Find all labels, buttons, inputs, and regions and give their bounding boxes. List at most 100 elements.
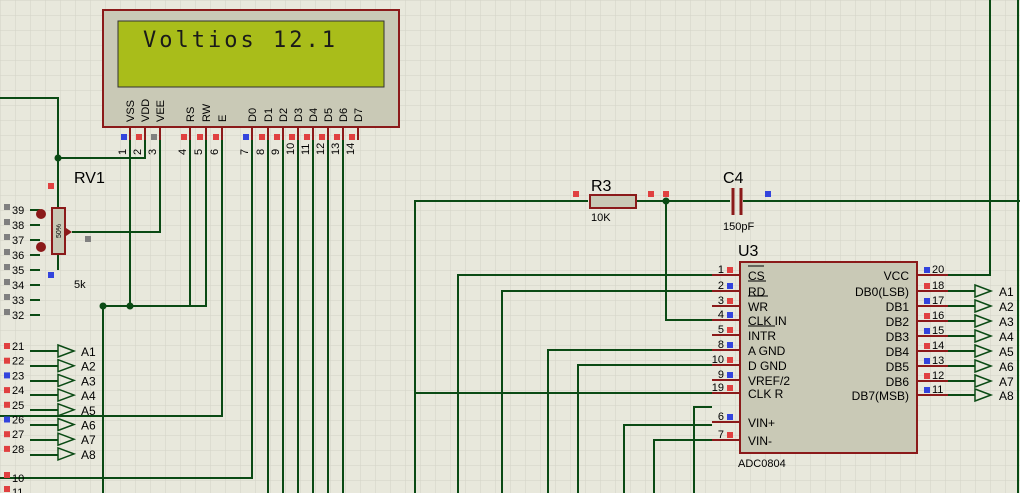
lcd-pin-name: D6 <box>338 108 350 122</box>
lcd-pin-number: 13 <box>330 143 342 155</box>
r3-value: 10K <box>591 212 611 224</box>
pin-marker <box>924 267 930 273</box>
pin-marker <box>924 328 930 334</box>
lcd-pin-name: D0 <box>247 108 259 122</box>
pin-marker <box>4 401 10 408</box>
net-label: A3 <box>81 374 96 388</box>
pin-marker <box>4 372 10 379</box>
net-label: A2 <box>81 360 96 374</box>
pin-marker <box>924 313 930 319</box>
rv1-inc-button[interactable] <box>36 242 46 252</box>
pin-marker <box>197 134 203 140</box>
lcd-pin-name: VSS <box>125 100 137 122</box>
pin-marker <box>727 414 733 420</box>
lcd-pin-number: 4 <box>177 149 189 155</box>
pin-marker <box>727 283 733 289</box>
schematic-canvas: Voltios 12.1 VSS 1 VDD 2 VEE 3 RS 4 RW 5 E 6 D0 7 D1 8 D… <box>0 0 1020 493</box>
lcd-pin-number: 1 <box>117 149 129 155</box>
mcu-pin-number: 38 <box>12 220 24 232</box>
pin-marker <box>319 134 325 140</box>
adc-pin-name: RD <box>748 285 766 299</box>
pin-marker <box>48 272 54 278</box>
pin-marker <box>85 236 91 242</box>
mcu-pin-number: 39 <box>12 205 24 217</box>
pin-marker <box>727 267 733 273</box>
net-label: A7 <box>999 375 1014 389</box>
adc-part: ADC0804 <box>738 458 786 470</box>
pin-marker <box>573 191 579 197</box>
net-label: A4 <box>999 330 1014 344</box>
adc-pin-number: 10 <box>712 354 724 366</box>
lcd-pin-number: 10 <box>285 143 297 155</box>
rv1-wiper-pct: 50% <box>56 224 63 238</box>
adc-pin-number: 8 <box>718 339 724 351</box>
net-label: A8 <box>999 389 1014 403</box>
adc-pin-number: 1 <box>718 264 724 276</box>
pin-marker <box>4 309 10 315</box>
pin-marker <box>334 134 340 140</box>
adc-pin-name: DB2 <box>886 315 910 329</box>
pin-marker <box>289 134 295 140</box>
lcd-pin-number: 12 <box>315 143 327 155</box>
mcu-pin-number: 37 <box>12 235 24 247</box>
c4-value: 150pF <box>723 221 754 233</box>
pin-marker <box>924 358 930 364</box>
net-label: A6 <box>999 360 1014 374</box>
adc-pin-number: 2 <box>718 280 724 292</box>
mcu-pin-number: 22 <box>12 356 24 368</box>
pin-marker <box>4 486 10 492</box>
adc-pin-name: CLK R <box>748 387 784 401</box>
pin-marker <box>727 298 733 304</box>
lcd-pin-number: 11 <box>300 144 312 155</box>
net-label: A6 <box>81 419 96 433</box>
adc-ref: U3 <box>738 243 759 260</box>
pin-marker <box>213 134 219 140</box>
r3-ref: R3 <box>591 178 612 195</box>
pin-marker <box>259 134 265 140</box>
pin-marker <box>727 342 733 348</box>
adc-pin-number: 20 <box>932 264 944 276</box>
mcu-pin-number: 26 <box>12 415 24 427</box>
c4-ref: C4 <box>723 170 744 187</box>
pin-marker <box>4 249 10 255</box>
lcd-pin-number: 7 <box>239 149 251 155</box>
lcd-pin-number: 5 <box>193 149 205 155</box>
lcd-pin-name: D5 <box>323 108 335 122</box>
pin-marker <box>663 191 669 197</box>
pin-marker <box>4 279 10 285</box>
mcu-pin-number: 25 <box>12 400 24 412</box>
adc-pin-name: D GND <box>748 359 787 373</box>
pin-marker <box>648 191 654 197</box>
pin-marker <box>48 183 54 189</box>
pin-marker <box>4 357 10 364</box>
adc-pin-name: DB6 <box>886 375 910 389</box>
lcd-pin-name: RW <box>201 103 213 122</box>
adc-pin-name: WR <box>748 300 768 314</box>
adc-pin-number: 11 <box>932 384 943 396</box>
pin-marker <box>349 134 355 140</box>
adc-pin-number: 17 <box>932 295 944 307</box>
pin-marker <box>924 283 930 289</box>
net-label: A8 <box>81 448 96 462</box>
adc-pin-number: 18 <box>932 280 944 292</box>
pin-marker <box>727 385 733 391</box>
mcu-pin-number: 33 <box>12 295 24 307</box>
pin-marker <box>727 312 733 318</box>
pin-marker <box>4 445 10 452</box>
adc-pin-name: VIN- <box>748 434 772 448</box>
lcd-pin-number: 2 <box>132 149 144 155</box>
r3-body <box>589 194 637 209</box>
pin-marker <box>121 134 127 140</box>
adc-pin-number: 12 <box>932 370 944 382</box>
mcu-pin-number: 11 <box>12 487 23 493</box>
rv1-dec-button[interactable] <box>36 209 46 219</box>
adc0804-chip[interactable]: U3 ADC0804 CS1RD2WR3CLK IN4INTR5A GND8D … <box>712 243 948 470</box>
net-label: A2 <box>999 300 1014 314</box>
adc-pin-number: 6 <box>718 411 724 423</box>
pin-marker <box>765 191 771 197</box>
lcd-pin-name: VEE <box>155 100 167 122</box>
adc-pin-name: DB0(LSB) <box>855 285 909 299</box>
adc-pin-number: 14 <box>932 340 944 352</box>
adc-pin-name: VCC <box>884 269 910 283</box>
mcu-pin-number: 35 <box>12 265 24 277</box>
